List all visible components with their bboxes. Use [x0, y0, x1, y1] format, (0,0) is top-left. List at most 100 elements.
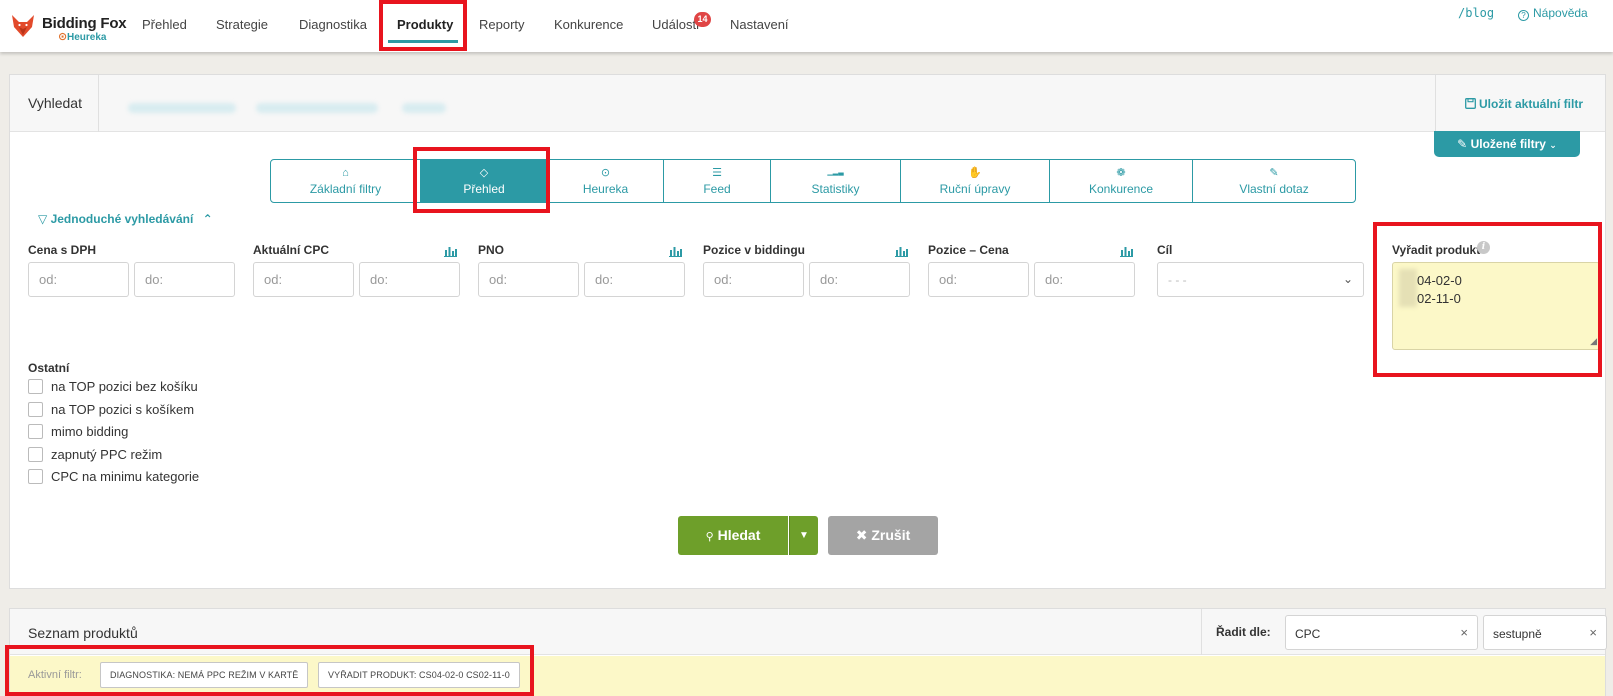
active-filter-label: Aktivní filtr:	[28, 669, 82, 681]
nav-item-strategie[interactable]: Strategie	[216, 17, 268, 32]
tab-label: Heureka	[582, 182, 629, 196]
filter-label-pozice-cena: Pozice – Cena	[928, 243, 1009, 257]
bar-chart-icon: ▁▂▃	[827, 169, 844, 176]
pozice-cena-from-input[interactable]	[928, 262, 1029, 297]
tab-feed[interactable]: ☰ Feed	[664, 160, 771, 202]
blurred-link[interactable]	[128, 103, 236, 113]
pozice-cena-to-input[interactable]	[1034, 262, 1135, 297]
brand-name: Bidding Fox	[42, 15, 127, 32]
nav-item-produkty[interactable]: Produkty	[397, 17, 453, 32]
cpc-from-input[interactable]	[253, 262, 354, 297]
search-panel-title: Vyhledat	[28, 95, 82, 111]
active-nav-underline	[388, 40, 458, 43]
top-navigation: Bidding Fox ⊙ Heureka Přehled Strategie …	[0, 0, 1613, 52]
clear-icon[interactable]: ×	[1589, 625, 1597, 640]
blurred-link[interactable]	[402, 103, 446, 113]
pozice-to-input[interactable]	[809, 262, 910, 297]
exclude-product-textarea[interactable]: 04-02-0 02-11-0 ◢	[1392, 262, 1600, 350]
home-icon: ⌂	[342, 167, 349, 179]
checkbox[interactable]	[28, 379, 43, 394]
search-button[interactable]: ⚲ Hledat	[678, 516, 788, 555]
tab-label: Statistiky	[811, 182, 860, 196]
search-button-label: Hledat	[717, 527, 761, 543]
checkbox-label: na TOP pozici bez košíku	[51, 379, 198, 394]
saved-filters-button[interactable]: ✎ Uložené filtry ⌄	[1434, 131, 1580, 157]
blog-link[interactable]: /blog	[1458, 6, 1494, 20]
save-filter-link[interactable]: Uložit aktuální filtr	[1465, 97, 1583, 111]
cena-from-input[interactable]	[28, 262, 129, 297]
sort-order-value: sestupně	[1493, 627, 1542, 641]
nav-item-prehled[interactable]: Přehled	[142, 17, 187, 32]
tab-label: Vlastní dotaz	[1239, 182, 1309, 196]
nav-item-udalosti[interactable]: Události	[652, 17, 699, 32]
checkbox[interactable]	[28, 469, 43, 484]
bar-chart-icon[interactable]	[895, 246, 908, 257]
header-divider	[1435, 75, 1436, 132]
tab-zakladni-filtry[interactable]: ⌂ Základní filtry	[271, 160, 421, 202]
bar-chart-icon[interactable]	[444, 246, 457, 257]
exclude-line: 02-11-0	[1417, 291, 1461, 306]
exclude-line: 04-02-0	[1417, 273, 1462, 288]
goal-select-value: - - -	[1168, 273, 1187, 287]
tab-rucni-upravy[interactable]: ✋ Ruční úpravy	[901, 160, 1050, 202]
heureka-search-icon: ⊙	[600, 167, 611, 179]
caret-down-icon: ▼	[799, 530, 809, 541]
filter-tabs: ⌂ Základní filtry ◇ Přehled ⊙ Heureka ☰ …	[270, 159, 1356, 203]
nav-item-nastaveni[interactable]: Nastavení	[730, 17, 789, 32]
tab-label: Ruční úpravy	[939, 182, 1011, 196]
product-list-header: Seznam produktů Řadit dle: CPC × sestupn…	[10, 609, 1607, 655]
sort-field-select[interactable]: CPC ×	[1285, 615, 1478, 650]
checkbox[interactable]	[28, 424, 43, 439]
sort-order-select[interactable]: sestupně ×	[1483, 615, 1607, 650]
active-filter-chip[interactable]: DIAGNOSTIKA: NEMÁ PPC REŽIM V KARTĚ	[100, 662, 309, 688]
tab-statistiky[interactable]: ▁▂▃ Statistiky	[771, 160, 901, 202]
cancel-button[interactable]: ✖ Zrušit	[828, 516, 938, 555]
clear-icon[interactable]: ×	[1460, 625, 1468, 640]
info-icon[interactable]: i	[1477, 241, 1490, 254]
fox-icon	[12, 15, 34, 37]
simple-search-toggle[interactable]: ▽ Jednoduché vyhledávání ⌃	[38, 212, 213, 226]
tab-vlastni-dotaz[interactable]: ✎ Vlastní dotaz	[1193, 160, 1355, 202]
checkbox[interactable]	[28, 447, 43, 462]
blurred-prefix	[1399, 269, 1417, 307]
tab-prehled[interactable]: ◇ Přehled	[421, 160, 548, 202]
cena-to-input[interactable]	[134, 262, 235, 297]
blurred-link[interactable]	[256, 103, 378, 113]
bar-chart-icon[interactable]	[1120, 246, 1133, 257]
pno-to-input[interactable]	[584, 262, 685, 297]
goal-select[interactable]: - - - ⌄	[1157, 262, 1364, 297]
simple-search-label: Jednoduché vyhledávání	[50, 212, 194, 226]
filter-label-pno: PNO	[478, 243, 505, 257]
nav-item-konkurence[interactable]: Konkurence	[554, 17, 623, 32]
cpc-to-input[interactable]	[359, 262, 460, 297]
tab-heureka[interactable]: ⊙ Heureka	[548, 160, 664, 202]
pozice-from-input[interactable]	[703, 262, 804, 297]
tab-konkurence[interactable]: ❁ Konkurence	[1050, 160, 1193, 202]
resize-handle-icon[interactable]: ◢	[1590, 336, 1597, 347]
bidding-fox-logo[interactable]: Bidding Fox ⊙ Heureka	[10, 10, 130, 44]
shield-icon: ◇	[479, 167, 489, 179]
nav-item-diagnostika[interactable]: Diagnostika	[299, 17, 367, 32]
bar-chart-icon[interactable]	[669, 246, 682, 257]
exclude-product-label: Vyřadit produkt	[1392, 243, 1481, 257]
search-panel: Vyhledat Uložit aktuální filtr ✎ Uložené…	[9, 74, 1606, 589]
events-count-badge: 14	[694, 12, 711, 27]
header-divider	[1201, 609, 1202, 655]
tab-label: Feed	[703, 182, 731, 196]
nav-item-reporty[interactable]: Reporty	[479, 17, 525, 32]
pno-from-input[interactable]	[478, 262, 579, 297]
chevron-down-icon: ⌄	[1549, 140, 1557, 150]
list-icon: ☰	[712, 167, 722, 179]
pencil-icon: ✎	[1457, 137, 1468, 151]
heureka-logo-icon: ⊙	[58, 31, 68, 43]
active-filter-chip[interactable]: VYŘADIT PRODUKT: CS04-02-0 CS02-11-0	[318, 662, 520, 688]
tab-label: Konkurence	[1088, 182, 1154, 196]
search-options-caret[interactable]: ▼	[789, 516, 818, 555]
checkbox[interactable]	[28, 402, 43, 417]
help-link[interactable]: ? Nápověda	[1518, 6, 1588, 21]
checkbox-label: CPC na minimu kategorie	[51, 469, 200, 484]
close-icon: ✖	[855, 527, 868, 543]
active-filter-bar: Aktivní filtr: DIAGNOSTIKA: NEMÁ PPC REŽ…	[10, 656, 1605, 696]
brand-sub: Heureka	[67, 32, 107, 43]
save-filter-label: Uložit aktuální filtr	[1479, 97, 1584, 111]
